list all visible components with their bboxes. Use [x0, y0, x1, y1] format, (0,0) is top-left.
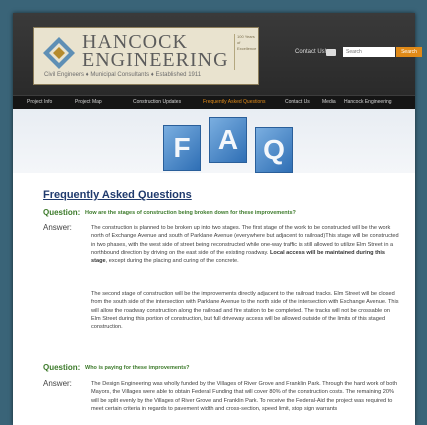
- search-input[interactable]: [343, 47, 395, 57]
- answer-paragraph: The Design Engineering was wholly funded…: [91, 381, 398, 412]
- nav-item-project-info[interactable]: Project Info: [27, 99, 52, 105]
- answer-label: Answer:: [43, 223, 72, 232]
- logo-years-label: 100 Years of Excellence: [234, 34, 256, 70]
- nav-item-project-map[interactable]: Project Map: [75, 99, 102, 105]
- banner-letter-f: F: [163, 125, 201, 171]
- logo-name-line2: ENGINEERING: [82, 49, 229, 71]
- hancock-logo[interactable]: HANCOCK ENGINEERING 100 Years of Excelle…: [33, 27, 259, 85]
- faq-content: Frequently Asked Questions Question: How…: [13, 173, 415, 425]
- banner-letter-q: Q: [255, 127, 293, 173]
- nav-item-hancock-engineering[interactable]: Hancock Engineering: [344, 99, 392, 105]
- logo-tagline: Civil Engineers ♦ Municipal Consultants …: [44, 72, 202, 78]
- question-text: How are the stages of construction being…: [85, 210, 296, 216]
- nav-item-construction-updates[interactable]: Construction Updates: [133, 99, 181, 105]
- nav-item-media[interactable]: Media: [322, 99, 336, 105]
- question-label: Question:: [43, 363, 81, 372]
- diamond-logo-icon: [43, 37, 75, 69]
- question-label: Question:: [43, 208, 81, 217]
- main-nav: Project Info Project Map Construction Up…: [13, 95, 415, 110]
- answer-paragraph: The construction is planned to be broken…: [91, 224, 401, 265]
- answer-paragraph: The second stage of construction will be…: [91, 291, 399, 331]
- banner-letter-a: A: [209, 117, 247, 163]
- contact-us-link[interactable]: Contact Us!: [295, 49, 326, 55]
- nav-item-contact-us[interactable]: Contact Us: [285, 99, 310, 105]
- page-title: Frequently Asked Questions: [43, 189, 192, 201]
- site-header: HANCOCK ENGINEERING 100 Years of Excelle…: [13, 13, 422, 95]
- mail-icon[interactable]: [326, 49, 336, 56]
- question-text: Who is paying for these improvements?: [85, 365, 190, 371]
- browser-window: HANCOCK ENGINEERING 100 Years of Excelle…: [13, 13, 422, 425]
- faq-banner: F A Q: [13, 109, 415, 173]
- answer-text: , except during the placing and curing o…: [105, 258, 239, 265]
- search-button[interactable]: Search: [396, 47, 422, 57]
- answer-label: Answer:: [43, 379, 72, 388]
- nav-item-faq[interactable]: Frequently Asked Questions: [203, 99, 266, 105]
